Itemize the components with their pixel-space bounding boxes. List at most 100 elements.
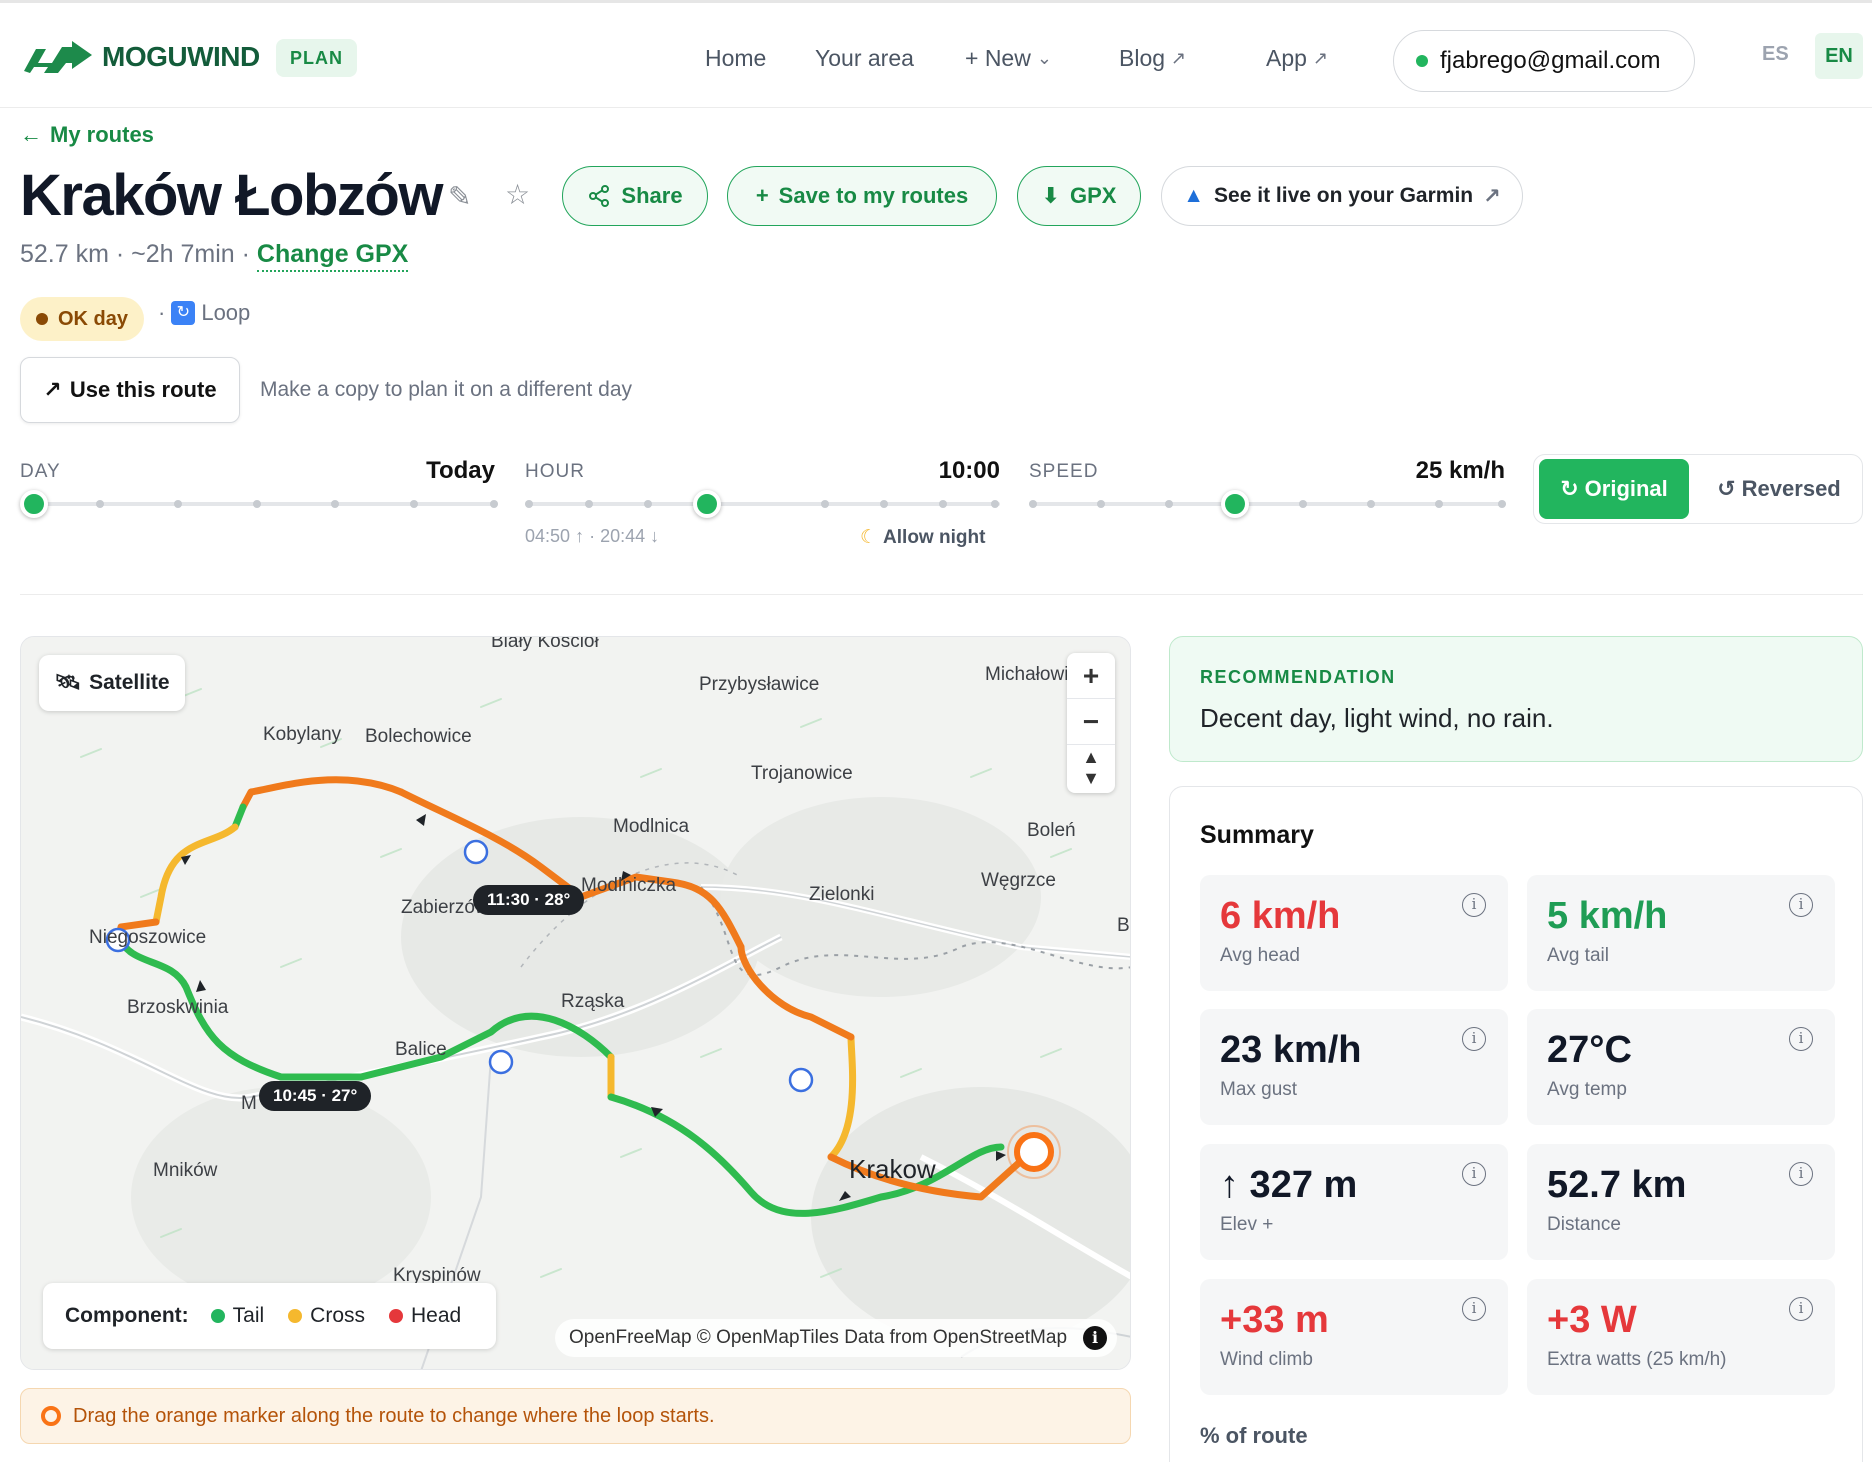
recommendation-title: RECOMMENDATION (1200, 667, 1396, 687)
favorite-star-icon[interactable]: ☆ (505, 178, 530, 211)
stat-label: Max gust (1220, 1079, 1298, 1100)
place-label: Węgrzce (981, 870, 1056, 891)
chevron-down-icon: ⌄ (1036, 48, 1052, 68)
info-icon[interactable]: i (1083, 1326, 1107, 1350)
speed-slider-thumb[interactable] (1221, 490, 1249, 518)
place-label: Modlniczka (581, 875, 677, 896)
minus-icon: − (1082, 705, 1100, 737)
back-to-my-routes-link[interactable]: ← My routes (20, 122, 154, 148)
account-button[interactable]: fjabrego@gmail.com (1393, 30, 1695, 92)
direction-original-button[interactable]: ↻ Original (1539, 459, 1689, 519)
legend-item-tail: Tail (210, 1304, 264, 1328)
hour-slider-value: 10:00 (938, 457, 1000, 484)
hour-slider-thumb[interactable] (693, 490, 721, 518)
share-button[interactable]: Share (562, 166, 708, 226)
satellite-toggle-button[interactable]: 🛰 Satellite (39, 655, 185, 711)
gpx-download-button[interactable]: ⬇ GPX (1017, 166, 1141, 226)
place-label: Brzoskwinia (127, 997, 229, 1018)
legend-head-label: Head (411, 1304, 462, 1327)
zoom-out-button[interactable]: − (1067, 699, 1115, 745)
lang-en-button[interactable]: EN (1815, 33, 1863, 79)
allow-night-label: Allow night (883, 526, 986, 548)
nav-home[interactable]: Home (705, 45, 766, 72)
attribution-text[interactable]: OpenFreeMap © OpenMapTiles Data from Ope… (569, 1327, 1067, 1349)
place-label: Zielonki (809, 884, 875, 905)
route-title: Kraków Łobzów (20, 163, 443, 228)
cross-dot-icon (288, 1309, 303, 1323)
stat-value: +3 W (1547, 1299, 1637, 1341)
nav-new-dropdown[interactable]: + New ⌄ (965, 45, 1052, 72)
compass-button[interactable]: ▲ ▼ (1067, 745, 1115, 791)
nav-your-area[interactable]: Your area (815, 45, 914, 72)
stat-avg-tail: 5 km/h Avg tail i (1527, 875, 1835, 991)
lang-es-button[interactable]: ES (1762, 43, 1789, 66)
refresh-icon: ↻ (1560, 476, 1579, 501)
stat-distance: 52.7 km Distance i (1527, 1144, 1835, 1260)
info-icon[interactable]: i (1462, 1027, 1486, 1051)
save-to-my-routes-button[interactable]: + Save to my routes (727, 166, 997, 226)
direction-toggle: ↻ Original ↺ Reversed (1533, 454, 1863, 524)
tail-dot-icon (210, 1309, 225, 1323)
route-map[interactable]: Biały Kościół Przybysławice Michałowice … (20, 636, 1131, 1370)
separator-dot: · (158, 300, 166, 325)
stat-avg-head: 6 km/h Avg head i (1200, 875, 1508, 991)
arrow-left-icon: ← (20, 122, 42, 147)
copy-hint: Make a copy to plan it on a different da… (260, 378, 633, 401)
place-label: Bolechowice (365, 726, 472, 747)
allow-night-toggle[interactable]: ☾ Allow night (860, 526, 985, 549)
stat-value: 5 km/h (1547, 895, 1668, 937)
stat-max-gust: 23 km/h Max gust i (1200, 1009, 1508, 1125)
download-icon: ⬇ (1041, 183, 1060, 208)
day-slider-thumb[interactable] (20, 490, 48, 518)
nav-blog[interactable]: Blog ↗ (1119, 45, 1186, 72)
nav-app[interactable]: App ↗ (1266, 45, 1328, 72)
plan-badge: PLAN (276, 39, 357, 77)
stat-wind-climb: +33 m Wind climb i (1200, 1279, 1508, 1395)
nav-app-label: App (1266, 45, 1307, 71)
edit-pencil-icon[interactable]: ✎ (448, 180, 471, 213)
nav-home-label: Home (705, 45, 767, 71)
stat-avg-temp: 27°C Avg temp i (1527, 1009, 1835, 1125)
info-icon[interactable]: i (1789, 1162, 1813, 1186)
info-icon[interactable]: i (1789, 893, 1813, 917)
info-icon[interactable]: i (1462, 1297, 1486, 1321)
place-label: Mników (153, 1160, 218, 1181)
map-attribution: OpenFreeMap © OpenMapTiles Data from Ope… (555, 1319, 1117, 1357)
zoom-in-button[interactable]: + (1067, 653, 1115, 699)
use-route-label: Use this route (69, 377, 217, 402)
place-label: Niegoszowice (89, 927, 207, 948)
place-label: B (1117, 915, 1130, 936)
info-icon[interactable]: i (1789, 1297, 1813, 1321)
stat-value: +33 m (1220, 1299, 1329, 1341)
place-label: Przybysławice (699, 674, 820, 695)
plus-icon: + (1082, 659, 1100, 691)
legend-item-head: Head (389, 1304, 461, 1328)
sunrise-icon: ↑ (575, 526, 585, 546)
garmin-live-button[interactable]: ▲ See it live on your Garmin ↗ (1161, 166, 1523, 226)
share-label: Share (621, 183, 683, 208)
hour-slider-track[interactable] (525, 500, 1000, 508)
logo-arrow-icon (24, 41, 92, 73)
legend-title: Component: (65, 1304, 189, 1327)
arrow-up-right-icon: ↗ (43, 377, 62, 402)
info-icon[interactable]: i (1462, 1162, 1486, 1186)
direction-reversed-button[interactable]: ↺ Reversed (1704, 459, 1854, 519)
external-link-icon: ↗ (1312, 48, 1329, 68)
stat-label: Avg tail (1547, 945, 1609, 966)
component-legend: Component: Tail Cross Head (43, 1283, 496, 1349)
speed-slider-track[interactable] (1029, 500, 1506, 508)
change-gpx-link[interactable]: Change GPX (256, 240, 409, 272)
stat-value: 23 km/h (1220, 1029, 1362, 1071)
reverse-icon: ↺ (1717, 476, 1736, 501)
brand-logo[interactable]: MOGUWIND (22, 39, 260, 75)
stat-label: Avg head (1220, 945, 1300, 966)
stat-value: ↑ 327 m (1220, 1164, 1358, 1206)
stat-value: 52.7 km (1547, 1164, 1687, 1206)
stat-elevation-gain: ↑ 327 m Elev + i (1200, 1144, 1508, 1260)
day-slider-track[interactable] (20, 500, 498, 508)
use-this-route-button[interactable]: ↗ Use this route (20, 357, 240, 423)
info-icon[interactable]: i (1789, 1027, 1813, 1051)
status-dot-icon (36, 313, 48, 325)
info-icon[interactable]: i (1462, 893, 1486, 917)
loop-label: Loop (201, 300, 251, 325)
